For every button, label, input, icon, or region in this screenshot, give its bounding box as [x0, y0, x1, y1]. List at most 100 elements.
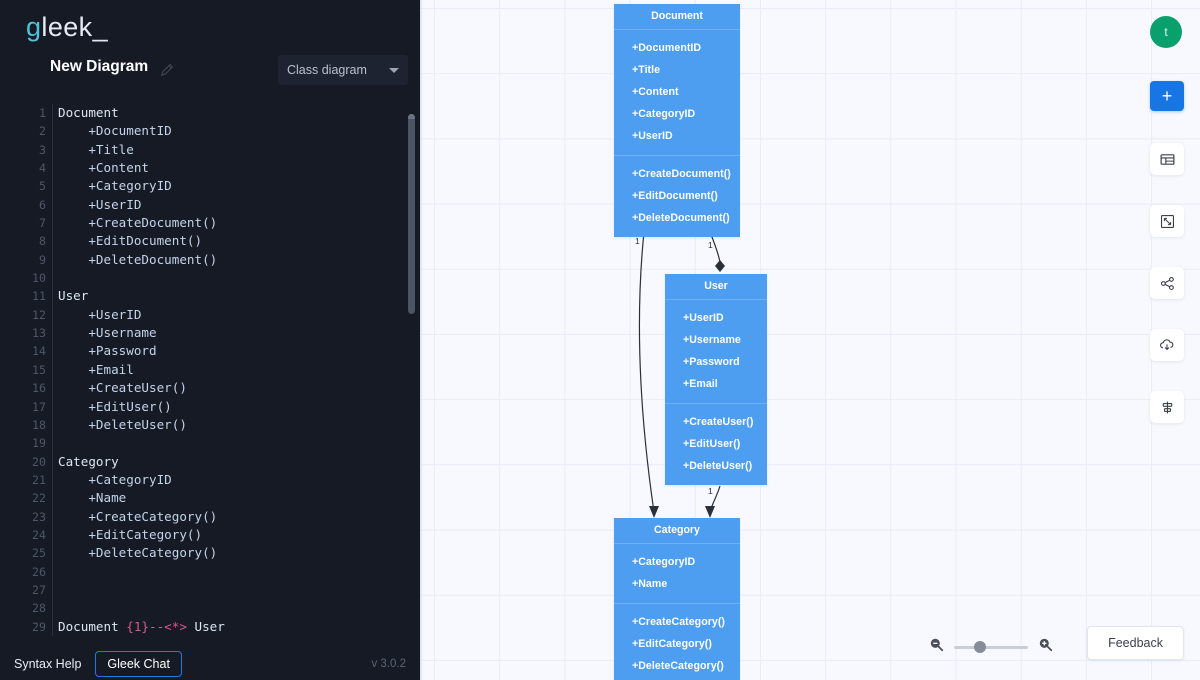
code-line[interactable]: 26: [0, 562, 420, 581]
syntax-help-link[interactable]: Syntax Help: [14, 657, 81, 671]
zoom-slider[interactable]: [954, 641, 1028, 653]
code-line[interactable]: 1 Document: [0, 104, 420, 123]
diagram-type-select[interactable]: Class diagram: [278, 55, 408, 85]
indent-guide: [52, 452, 53, 471]
share-icon[interactable]: [1150, 267, 1184, 299]
indent-guide: [52, 379, 53, 398]
class-method: +DeleteUser(): [683, 460, 753, 472]
line-number: 2: [39, 124, 46, 139]
diagram-connectors: [638, 231, 725, 518]
code-text: +UserID: [88, 306, 142, 322]
zoom-in-icon[interactable]: [1037, 636, 1054, 658]
class-node-category[interactable]: Category +CategoryID +Name +CreateCategory(…: [614, 518, 740, 680]
gleek-chat-button[interactable]: Gleek Chat: [95, 651, 182, 677]
chevron-down-icon: [389, 67, 399, 73]
code-text: +EditDocument(): [88, 233, 203, 249]
code-line[interactable]: 3 +Title: [0, 140, 420, 160]
pencil-icon[interactable]: [160, 63, 174, 77]
code-line[interactable]: 10: [0, 269, 420, 288]
gleek-logo[interactable]: gleek_: [26, 12, 108, 43]
class-node-title: Category: [614, 518, 740, 544]
line-number: 3: [39, 142, 46, 157]
class-method: +DeleteCategory(): [632, 660, 724, 672]
code-line[interactable]: 19: [0, 434, 420, 453]
indent-guide: [52, 140, 53, 160]
code-line[interactable]: 13 +Username: [0, 324, 420, 343]
indent-guide: [52, 580, 53, 600]
line-number: 13: [32, 326, 46, 341]
editor-scrollbar[interactable]: [408, 114, 415, 314]
code-line[interactable]: 9 +DeleteDocument(): [0, 250, 420, 270]
multiplicity-label: 1: [708, 240, 713, 250]
version-label: v 3.0.2: [371, 658, 406, 670]
page-title[interactable]: New Diagram: [50, 58, 148, 76]
fit-screen-icon[interactable]: [1150, 205, 1184, 237]
code-text: User: [58, 288, 89, 304]
code-line[interactable]: 16 +CreateUser(): [0, 379, 420, 398]
code-text: +Content: [88, 160, 150, 176]
code-line[interactable]: 12 +UserID: [0, 305, 420, 325]
editor-footer: Syntax Help Gleek Chat v 3.0.2: [0, 648, 420, 680]
code-line[interactable]: 6 +UserID: [0, 195, 420, 215]
code-editor[interactable]: 1 Document 2 +DocumentID 3 +Title 4 +Content…: [0, 104, 420, 649]
code-text: +CategoryID: [88, 471, 172, 487]
code-line[interactable]: 18 +DeleteUser(): [0, 415, 420, 435]
line-number: 22: [32, 491, 46, 506]
zoom-out-icon[interactable]: [928, 636, 945, 658]
cloud-download-icon[interactable]: [1150, 329, 1184, 361]
code-text: +CreateDocument(): [88, 215, 218, 231]
code-line[interactable]: 23 +CreateCategory(): [0, 507, 420, 526]
code-lines[interactable]: 1 Document 2 +DocumentID 3 +Title 4 +Content…: [0, 104, 420, 636]
class-node-document[interactable]: Document +DocumentID +Title +Content +Catego…: [614, 4, 740, 237]
code-line[interactable]: 24 +EditCategory(): [0, 525, 420, 545]
code-line[interactable]: 15 +Email: [0, 360, 420, 380]
code-line[interactable]: 14 +Password: [0, 342, 420, 361]
avatar[interactable]: t: [1150, 16, 1182, 48]
feedback-button[interactable]: Feedback: [1087, 626, 1184, 660]
line-number: 5: [39, 179, 46, 194]
code-line[interactable]: 20 Category: [0, 452, 420, 471]
indent-guide: [52, 489, 53, 508]
table-icon[interactable]: [1150, 143, 1184, 175]
indent-guide: [52, 415, 53, 435]
class-node-title: Document: [614, 4, 740, 30]
code-line[interactable]: 27: [0, 580, 420, 600]
gleek-app: gleek_ New Diagram Class diagram 1 Docume…: [0, 0, 1200, 680]
code-line[interactable]: 5 +CategoryID: [0, 177, 420, 196]
class-node-user[interactable]: User +UserID +Username +Password +Email +Crea…: [665, 274, 767, 485]
diagram-canvas[interactable]: 1 1 1 Document +DocumentID +Title +Content +…: [420, 0, 1200, 680]
zoom-slider-handle[interactable]: [974, 641, 986, 653]
code-line[interactable]: 4 +Content: [0, 159, 420, 178]
code-line[interactable]: 17 +EditUser(): [0, 397, 420, 416]
code-line[interactable]: 11 User: [0, 287, 420, 306]
line-number: 25: [32, 546, 46, 561]
indent-guide: [52, 599, 53, 618]
class-method: +CreateCategory(): [632, 616, 725, 628]
code-line[interactable]: 8 +EditDocument(): [0, 232, 420, 251]
code-line[interactable]: 21 +CategoryID: [0, 470, 420, 490]
indent-guide: [52, 269, 53, 288]
indent-guide: [52, 544, 53, 563]
class-attribute: +Password: [683, 356, 740, 368]
code-line[interactable]: 28: [0, 599, 420, 618]
code-line[interactable]: 2 +DocumentID: [0, 122, 420, 141]
class-node-attributes: +DocumentID +Title +Content +CategoryID +Use…: [614, 30, 740, 155]
line-number: 12: [32, 307, 46, 322]
code-text: +DeleteUser(): [88, 416, 187, 432]
code-line[interactable]: 22 +Name: [0, 489, 420, 508]
logo-g: g: [26, 12, 42, 42]
line-number: 6: [39, 197, 46, 212]
code-line[interactable]: 7 +CreateDocument(): [0, 214, 420, 233]
code-text: +Name: [88, 490, 127, 506]
indent-guide: [52, 287, 53, 306]
canvas-toolbar: t +: [1150, 16, 1184, 453]
align-center-icon[interactable]: [1150, 391, 1184, 423]
code-line[interactable]: 25 +DeleteCategory(): [0, 544, 420, 563]
indent-guide: [52, 397, 53, 416]
multiplicity-label: 1: [708, 486, 713, 496]
code-line[interactable]: 29 Document {1}--<*> User: [0, 617, 420, 636]
line-number: 15: [32, 362, 46, 377]
add-button[interactable]: +: [1150, 81, 1184, 111]
indent-guide: [52, 232, 53, 251]
code-text: Document {1}--<*> User: [58, 618, 225, 634]
